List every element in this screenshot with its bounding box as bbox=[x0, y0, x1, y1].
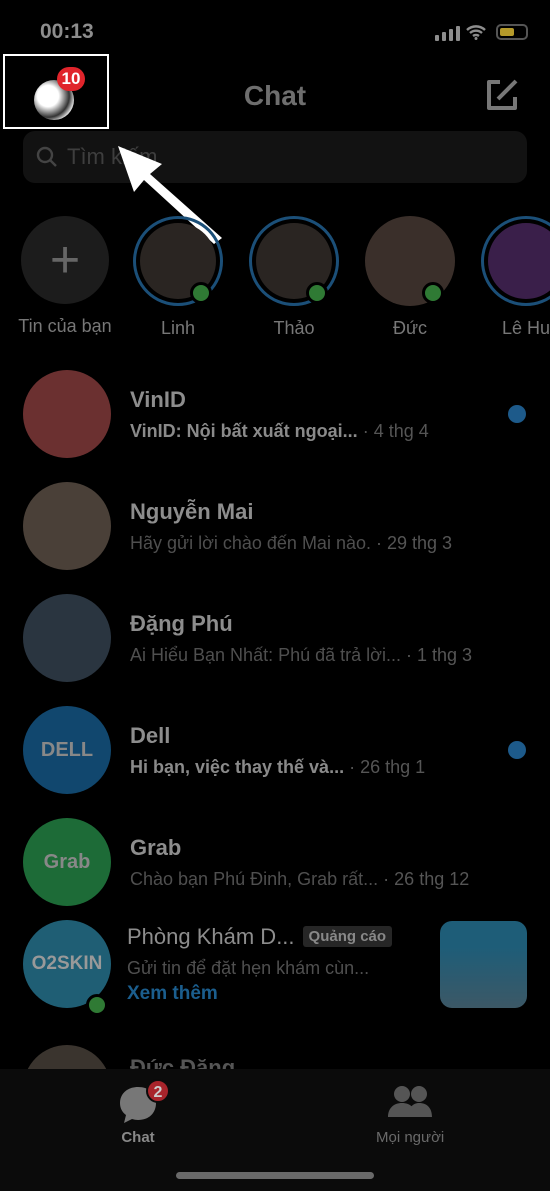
chat-name: Grab bbox=[130, 834, 182, 860]
chat-time: · 29 thg 3 bbox=[376, 532, 453, 553]
avatar bbox=[23, 370, 111, 458]
online-indicator bbox=[422, 282, 444, 304]
chat-name: Phòng Khám D... bbox=[127, 923, 295, 949]
chat-message: Chào bạn Phú Đinh, Grab rất... bbox=[130, 868, 379, 889]
chat-row[interactable]: Grab Grab Chào bạn Phú Đinh, Grab rất...… bbox=[0, 806, 550, 918]
avatar: DELL bbox=[23, 706, 111, 794]
chat-name: Nguyễn Mai bbox=[130, 498, 254, 524]
chat-time: · 4 thg 4 bbox=[362, 420, 429, 441]
chat-row[interactable]: Đặng Phú Ai Hiểu Bạn Nhất: Phú đã trả lờ… bbox=[0, 582, 550, 694]
page-title: Chat bbox=[243, 80, 307, 111]
ad-row[interactable]: O2SKIN Phòng Khám D... Quảng cáo Gửi tin … bbox=[0, 908, 550, 1020]
chat-name: Đặng Phú bbox=[130, 610, 233, 636]
ad-badge: Quảng cáo bbox=[302, 926, 393, 947]
plus-icon: + bbox=[21, 216, 109, 304]
unread-dot bbox=[508, 741, 526, 759]
battery-icon bbox=[496, 24, 528, 40]
online-indicator bbox=[190, 282, 212, 304]
search-icon bbox=[36, 146, 57, 167]
people-icon bbox=[388, 1086, 433, 1117]
chat-row[interactable]: Nguyễn Mai Hãy gửi lời chào đến Mai nào.… bbox=[0, 470, 550, 582]
chat-badge: 2 bbox=[146, 1079, 170, 1103]
chat-row[interactable]: DELL Dell Hi bạn, việc thay thế và... · … bbox=[0, 694, 550, 806]
chat-message: Gửi tin để đặt hẹn khám cùn... bbox=[127, 957, 370, 978]
chat-message: Hi bạn, việc thay thế và... bbox=[130, 756, 345, 777]
search-bar[interactable] bbox=[23, 131, 527, 183]
chat-name: Dell bbox=[130, 722, 171, 748]
chat-preview: Hi bạn, việc thay thế và... · 26 thg 1 bbox=[130, 757, 500, 778]
story-label: Lê Hu bbox=[501, 318, 550, 338]
story-item[interactable]: Đức bbox=[352, 216, 468, 339]
chat-preview: Ai Hiểu Bạn Nhất: Phú đã trả lời... · 1 … bbox=[130, 645, 500, 666]
signal-icon bbox=[435, 26, 460, 41]
chat-message: VinID: Nội bất xuất ngoại... bbox=[130, 420, 358, 441]
chat-time: · 26 thg 12 bbox=[383, 868, 470, 889]
see-more-link[interactable]: Xem thêm bbox=[127, 983, 427, 1005]
story-item[interactable]: Thảo bbox=[236, 216, 352, 339]
home-indicator[interactable] bbox=[176, 1172, 374, 1179]
avatar: Grab bbox=[23, 818, 111, 906]
tab-people[interactable]: Mọi người bbox=[376, 1083, 444, 1146]
chat-row[interactable]: VinID VinID: Nội bất xuất ngoại... · 4 t… bbox=[0, 358, 550, 470]
online-indicator bbox=[86, 994, 108, 1016]
story-add[interactable]: + Tin của bạn bbox=[0, 216, 120, 339]
chat-message: Ai Hiểu Bạn Nhất: Phú đã trả lời... bbox=[130, 644, 401, 665]
status-time: 00:13 bbox=[40, 20, 94, 43]
wifi-icon bbox=[466, 25, 486, 40]
story-label: Tin của bạn bbox=[18, 316, 112, 336]
chat-time: · 1 thg 3 bbox=[405, 644, 473, 665]
story-label: Đức bbox=[392, 318, 428, 338]
chat-preview: Hãy gửi lời chào đến Mai nào. · 29 thg 3 bbox=[130, 533, 500, 554]
ad-thumbnail[interactable] bbox=[440, 920, 527, 1008]
unread-dot bbox=[508, 405, 526, 423]
story-item[interactable]: Lê Hu bbox=[468, 216, 550, 339]
avatar bbox=[488, 223, 550, 299]
compose-icon[interactable] bbox=[484, 78, 520, 112]
avatar bbox=[23, 594, 111, 682]
chat-message: Hãy gửi lời chào đến Mai nào. bbox=[130, 532, 371, 553]
story-item[interactable]: Linh bbox=[120, 216, 236, 339]
tab-label: Chat bbox=[121, 1129, 155, 1146]
tab-chat[interactable]: 2 Chat bbox=[118, 1079, 170, 1146]
story-label: Thảo bbox=[273, 318, 315, 338]
chat-time: · 26 thg 1 bbox=[349, 756, 426, 777]
chat-preview: VinID: Nội bất xuất ngoại... · 4 thg 4 bbox=[130, 421, 500, 442]
stories-row: + Tin của bạn Linh Thảo Đức Lê Hu bbox=[0, 216, 550, 339]
story-label: Linh bbox=[160, 318, 196, 338]
tab-label: Mọi người bbox=[376, 1129, 445, 1146]
avatar bbox=[23, 482, 111, 570]
online-indicator bbox=[306, 282, 328, 304]
chat-preview: Chào bạn Phú Đinh, Grab rất... · 26 thg … bbox=[130, 869, 500, 890]
chat-name: VinID bbox=[130, 386, 186, 412]
